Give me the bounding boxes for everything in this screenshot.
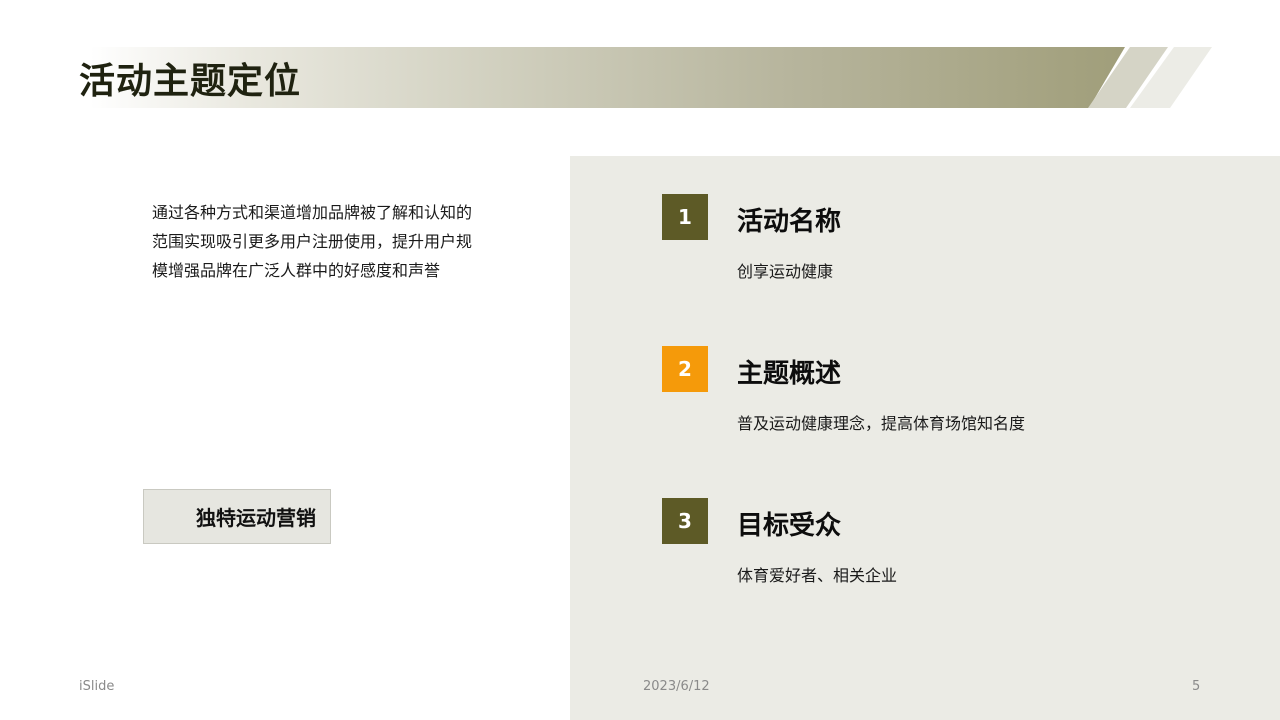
- number-badge: 2: [662, 346, 708, 392]
- right-panel: [570, 156, 1280, 720]
- number-label: 2: [678, 357, 692, 381]
- item-description: 普及运动健康理念，提高体育场馆知名度: [737, 414, 1026, 433]
- item-description: 体育爱好者、相关企业: [737, 566, 898, 585]
- number-badge: 1: [662, 194, 708, 240]
- item-title: 主题概述: [737, 359, 842, 389]
- tag-label: 独特运动营销: [196, 506, 316, 530]
- item-title: 活动名称: [737, 207, 842, 237]
- page-title: 活动主题定位: [79, 61, 302, 102]
- item-description: 创享运动健康: [737, 262, 834, 281]
- number-badge: 3: [662, 498, 708, 544]
- footer-date: 2023/6/12: [643, 679, 710, 694]
- footer-brand: iSlide: [79, 679, 115, 694]
- number-label: 1: [678, 205, 692, 229]
- intro-text: 通过各种方式和渠道增加品牌被了解和认知的范围实现吸引更多用户注册使用，提升用户规…: [152, 203, 473, 280]
- item-title: 目标受众: [737, 511, 842, 541]
- number-label: 3: [678, 509, 692, 533]
- footer-page-number: 5: [1192, 679, 1201, 694]
- tag-box: 独特运动营销: [143, 489, 331, 544]
